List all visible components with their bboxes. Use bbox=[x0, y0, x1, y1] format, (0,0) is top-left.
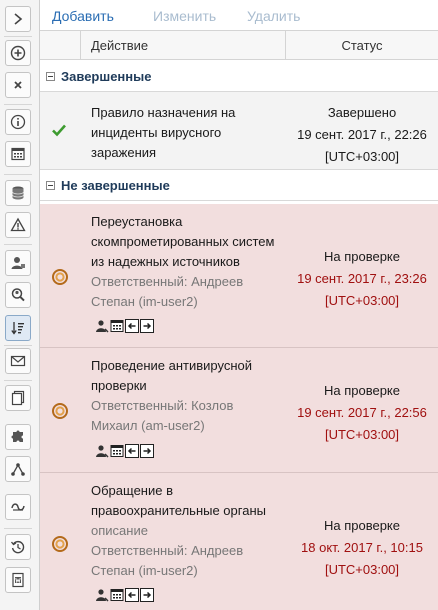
arrow-left-icon[interactable] bbox=[125, 319, 139, 333]
status-state: На проверке bbox=[323, 383, 400, 398]
edit-button: Изменить bbox=[153, 8, 217, 24]
user-icon[interactable] bbox=[5, 250, 31, 276]
close-icon[interactable] bbox=[5, 72, 31, 98]
status-timezone: [UTC+03:00] bbox=[324, 293, 400, 308]
delete-button: Удалить bbox=[247, 8, 301, 24]
collapse-toggle-icon[interactable] bbox=[46, 181, 55, 190]
tasks-panel: Добавить Изменить Удалить Действие Стату… bbox=[40, 0, 438, 610]
group-title: Завершенные bbox=[61, 69, 152, 84]
calendar-icon[interactable] bbox=[110, 319, 124, 333]
calendar-icon[interactable] bbox=[5, 141, 31, 167]
calendar-icon[interactable] bbox=[110, 588, 124, 602]
in-progress-icon bbox=[51, 535, 69, 556]
task-actions bbox=[95, 319, 154, 333]
table-row[interactable]: Переустановка скомпрометированных систем… bbox=[40, 204, 438, 348]
group-pending[interactable]: Не завершенные bbox=[40, 171, 438, 201]
status-timezone: [UTC+03:00] bbox=[324, 562, 400, 577]
task-status: На проверке 19 сент. 2017 г., 22:56 [UTC… bbox=[286, 380, 438, 446]
task-description: описание Ответственный: Андреев Степан (… bbox=[91, 523, 244, 578]
action-toolbar: Добавить Изменить Удалить bbox=[40, 0, 438, 30]
word-doc-icon[interactable] bbox=[5, 567, 31, 593]
puzzle-icon[interactable] bbox=[5, 424, 31, 450]
arrow-right-icon[interactable] bbox=[140, 444, 154, 458]
arrow-left-icon[interactable] bbox=[125, 588, 139, 602]
group-completed[interactable]: Завершенные bbox=[40, 62, 438, 92]
database-icon[interactable] bbox=[5, 180, 31, 206]
task-assignee: Ответственный: Андреев Степан (im-user2) bbox=[91, 274, 244, 309]
task-status: Завершено 19 сент. 2017 г., 22:26 [UTC+0… bbox=[286, 102, 438, 168]
arrow-left-icon[interactable] bbox=[125, 444, 139, 458]
assign-user-icon[interactable] bbox=[95, 444, 109, 458]
table-row[interactable]: Обращение в правоохранительные органы оп… bbox=[40, 473, 438, 610]
copy-icon[interactable] bbox=[5, 385, 31, 411]
status-date: 18 окт. 2017 г., 10:15 bbox=[301, 540, 423, 555]
group-title: Не завершенные bbox=[61, 178, 170, 193]
check-icon bbox=[51, 122, 67, 141]
status-state: Завершено bbox=[327, 105, 397, 120]
status-state: На проверке bbox=[323, 249, 400, 264]
mail-icon[interactable] bbox=[5, 348, 31, 374]
task-title: Переустановка скомпрометированных систем… bbox=[91, 214, 275, 269]
column-header-status[interactable]: Статус bbox=[286, 31, 438, 59]
table-row[interactable]: Проведение антивирусной проверки Ответст… bbox=[40, 348, 438, 473]
add-circle-icon[interactable] bbox=[5, 40, 31, 66]
table-row[interactable]: Правило назначения на инциденты вирусног… bbox=[40, 92, 438, 170]
assign-user-icon[interactable] bbox=[95, 319, 109, 333]
arrow-right-icon[interactable] bbox=[140, 319, 154, 333]
status-timezone: [UTC+03:00] bbox=[324, 149, 400, 164]
task-assignee: Ответственный: Козлов Михаил (am-user2) bbox=[91, 398, 234, 433]
status-state: На проверке bbox=[323, 518, 400, 533]
status-date: 19 сент. 2017 г., 23:26 bbox=[297, 271, 427, 286]
sort-icon[interactable] bbox=[5, 315, 31, 341]
history-icon[interactable] bbox=[5, 534, 31, 560]
info-icon[interactable] bbox=[5, 109, 31, 135]
calendar-icon[interactable] bbox=[110, 444, 124, 458]
warning-icon[interactable] bbox=[5, 212, 31, 238]
task-title: Правило назначения на инциденты вирусног… bbox=[91, 105, 236, 160]
search-user-icon[interactable] bbox=[5, 282, 31, 308]
task-title: Проведение антивирусной проверки bbox=[91, 358, 253, 393]
chevron-right-icon[interactable] bbox=[5, 6, 31, 32]
status-date: 19 сент. 2017 г., 22:26 bbox=[297, 127, 427, 142]
share-icon[interactable] bbox=[5, 456, 31, 482]
task-actions bbox=[95, 444, 154, 458]
task-status: На проверке 19 сент. 2017 г., 23:26 [UTC… bbox=[286, 246, 438, 312]
in-progress-icon bbox=[51, 402, 69, 423]
table-header: Действие Статус bbox=[40, 30, 438, 60]
column-header-action[interactable]: Действие bbox=[80, 31, 286, 59]
add-button[interactable]: Добавить bbox=[52, 8, 114, 24]
in-progress-icon bbox=[51, 268, 69, 289]
link-icon[interactable] bbox=[5, 494, 31, 520]
sidebar-toolbar bbox=[0, 0, 40, 610]
task-actions bbox=[95, 588, 154, 602]
arrow-right-icon[interactable] bbox=[140, 588, 154, 602]
column-header-icon bbox=[40, 31, 81, 59]
task-title: Обращение в правоохранительные органы bbox=[91, 483, 266, 518]
collapse-toggle-icon[interactable] bbox=[46, 72, 55, 81]
assign-user-icon[interactable] bbox=[95, 588, 109, 602]
task-status: На проверке 18 окт. 2017 г., 10:15 [UTC+… bbox=[286, 515, 438, 581]
status-timezone: [UTC+03:00] bbox=[324, 427, 400, 442]
status-date: 19 сент. 2017 г., 22:56 bbox=[297, 405, 427, 420]
